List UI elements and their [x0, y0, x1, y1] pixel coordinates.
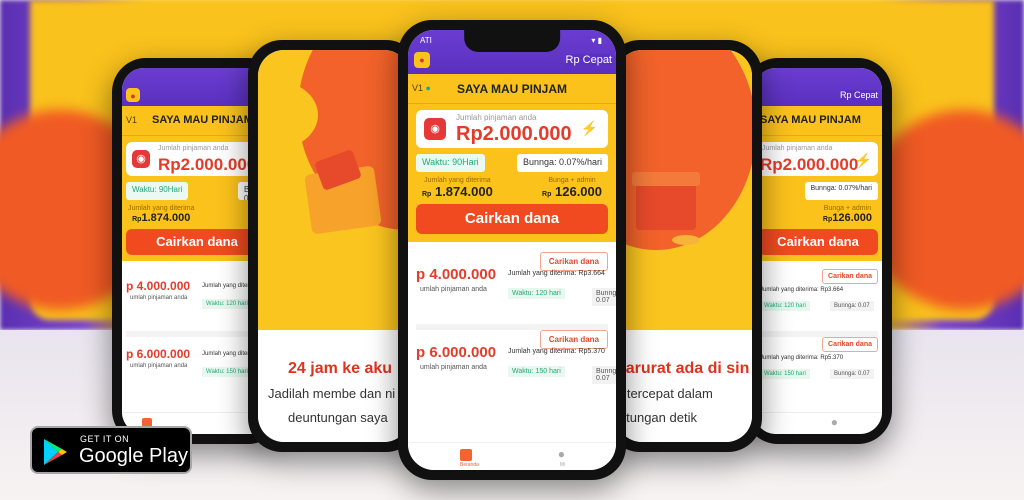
page-title: SAYA MAU PINJAM [456, 82, 568, 96]
card-sub-label: umlah pinjaman anda [420, 286, 487, 293]
google-play-badge[interactable]: GET IT ON Google Play [30, 426, 192, 474]
fee-amount: Rp126.000 [822, 212, 872, 224]
app-logo-icon: ● [414, 52, 430, 68]
promo-title: 24 jam ke aku [288, 360, 393, 377]
status-carrier: ATI [420, 36, 432, 45]
badge-small-text: GET IT ON [80, 434, 130, 444]
withdraw-button[interactable]: Cairkan dana [416, 204, 608, 234]
card-interest-tag: Bunnga: 0.07 [592, 366, 616, 384]
profile-tab-icon[interactable]: ● [558, 447, 565, 461]
card-find-button[interactable]: Carikan dana [822, 337, 878, 352]
phone-center: ATI ▾ ▮ ● Rp Cepat V1 ● SAYA MAU PINJAM … [398, 20, 626, 480]
term-pill: Waktu: 90Hari [416, 154, 485, 172]
phone-promo-right: darurat ada di sin a tercepat dalam hitu… [606, 40, 762, 452]
google-play-icon [44, 439, 67, 465]
amount-label: Jumlah pinjaman anda [158, 145, 229, 152]
card-term-tag: Waktu: 120 hari [760, 301, 810, 311]
received-label: Jumlah yang diterima [128, 205, 195, 212]
card-sub-label: umlah pinjaman anda [130, 295, 188, 301]
promo-line-2: deuntungan saya [288, 410, 388, 425]
loan-option-card[interactable]: Carikan dana p 6.000.000 umlah pinjaman … [416, 330, 616, 408]
loan-amount: Rp2.000.000 [456, 123, 572, 145]
fee-amount: Rp 126.000 [542, 184, 602, 199]
wallet-icon: ◉ [424, 118, 446, 140]
card-amount: p 4.000.000 [416, 266, 497, 283]
received-label: Jumlah yang diterima [424, 177, 491, 184]
interest-pill: Bunnga: 0.07%/hari [516, 154, 608, 172]
loan-amount: Rp2.000.000 [760, 155, 859, 174]
card-interest-tag: Bunnga: 0.07 [830, 301, 874, 311]
phone-notch [464, 30, 560, 52]
amount-label: Jumlah pinjaman anda [762, 145, 833, 152]
promo-line-1: a tercepat dalam [616, 386, 713, 401]
card-term-tag: Waktu: 150 hari [508, 366, 565, 377]
card-amount: p 6.000.000 [126, 347, 191, 361]
card-amount: p 4.000.000 [126, 279, 191, 293]
promo-line-1: Jadilah membe dan ni [268, 386, 396, 401]
card-sub-label: umlah pinjaman anda [420, 364, 487, 371]
page-title: SAYA MAU PINJAM [760, 114, 861, 126]
card-term-tag: Waktu: 120 hari [202, 299, 252, 309]
wallet-icon: ◉ [132, 150, 150, 168]
profile-tab-icon[interactable]: ● [831, 415, 838, 429]
battery-icon: ▾ ▮ [591, 36, 602, 45]
profile-tab-label[interactable]: Mi [560, 462, 565, 468]
received-amount: Rp1.874.000 [132, 212, 191, 224]
app-logo-icon: ● [126, 88, 140, 102]
coin-icon [672, 235, 700, 245]
loan-amount: Rp2.000.000 [158, 155, 257, 174]
phone-promo-left: 24 jam ke aku Jadilah membe dan ni deunt… [248, 40, 420, 452]
bottom-tab-bar: Beranda ● Mi [408, 442, 616, 470]
gift-lid-icon [632, 172, 700, 186]
card-received: Jumlah yang diterima: Rp5.370 [508, 348, 605, 355]
withdraw-button[interactable]: Cairkan dana [126, 229, 268, 255]
bolt-icon: ⚡ [854, 152, 872, 168]
term-pill: Waktu: 90Hari [126, 182, 189, 200]
amount-box[interactable]: ◉ Jumlah pinjaman anda Rp2.000.000 ⚡ [416, 110, 608, 148]
card-find-button[interactable]: Carikan dana [539, 252, 608, 271]
amount-label: Jumlah pinjaman anda [456, 113, 537, 122]
promo-title: darurat ada di sin [616, 360, 750, 377]
fee-label: Bunga + admin [823, 205, 872, 212]
card-received: Jumlah yang diterima: Rp3.664 [508, 270, 605, 277]
promo-line-2: hitungan detik [616, 410, 697, 425]
phone-far-right: Rp Cepat SAYA MAU PINJAM Jumlah pinjaman… [744, 58, 892, 444]
home-tab-label[interactable]: Beranda [460, 462, 479, 468]
home-tab-icon[interactable] [460, 449, 472, 461]
brand-name: Rp Cepat [565, 54, 612, 66]
card-find-button[interactable]: Carikan dana [539, 330, 608, 349]
vip-level: V1 [126, 115, 138, 125]
card-interest-tag: Bunnga: 0.07 [592, 288, 616, 306]
card-received: Jumlah yang diterima: Rp3.664 [760, 287, 844, 293]
card-term-tag: Waktu: 150 hari [202, 367, 252, 377]
bolt-icon: ⚡ [580, 120, 598, 136]
badge-store-name: Google Play [79, 445, 188, 467]
card-sub-label: umlah pinjaman anda [130, 363, 188, 369]
card-interest-tag: Bunnga: 0.07 [830, 369, 874, 379]
loan-option-card[interactable]: Carikan dana p 4.000.000 umlah pinjaman … [416, 252, 616, 330]
card-received: Jumlah yang diterima: Rp5.370 [760, 355, 844, 361]
interest-pill: Bunnga: 0.07%/hari [804, 182, 878, 200]
fee-label: Bunga + admin [548, 177, 596, 184]
gift-box-icon [636, 180, 696, 230]
received-amount: Rp 1.874.000 [422, 184, 493, 199]
card-amount: p 6.000.000 [416, 344, 497, 361]
withdraw-button[interactable]: Cairkan dana [758, 229, 878, 255]
card-find-button[interactable]: Carikan dana [822, 269, 878, 284]
card-term-tag: Waktu: 120 hari [508, 288, 565, 299]
card-term-tag: Waktu: 150 hari [760, 369, 810, 379]
brand-name: Rp Cepat [839, 90, 878, 100]
